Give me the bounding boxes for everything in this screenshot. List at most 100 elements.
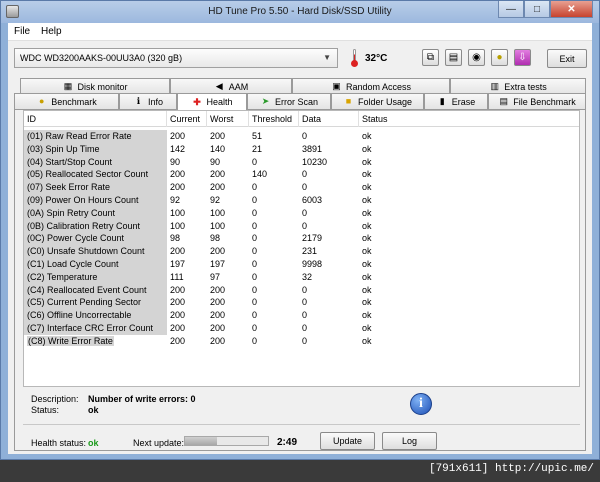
cell-id: (C2) Temperature (24, 270, 167, 284)
file-benchmark-icon: ▤ (499, 96, 508, 106)
status-label: Status: (31, 405, 60, 415)
cell-current: 200 (170, 182, 186, 193)
cell-data: 0 (302, 310, 308, 321)
header-data[interactable]: Data (299, 111, 359, 127)
table-row[interactable]: (C6) Offline Uncorrectable 200 200 0 0 ok (24, 309, 579, 323)
cell-data: 0 (302, 207, 308, 218)
table-row[interactable]: (01) Raw Read Error Rate 200 200 51 0 ok (24, 130, 579, 143)
cell-status: ok (362, 323, 372, 333)
table-row[interactable]: (04) Start/Stop Count 90 90 0 10230 ok (24, 155, 579, 169)
cell-status: ok (362, 131, 372, 141)
watermark: [791x611] http://upic.me/ (428, 463, 594, 475)
tab-file-benchmark[interactable]: ▤ File Benchmark (488, 93, 586, 109)
table-row[interactable]: (C8) Write Error Rate 200 200 0 0 ok (24, 335, 579, 348)
cell-status: ok (362, 297, 372, 308)
table-row[interactable]: (09) Power On Hours Count 92 92 0 6003 ok (24, 194, 579, 207)
cell-id: (05) Reallocated Sector Count (24, 168, 167, 182)
tab-extra-tests[interactable]: ▥ Extra tests (450, 78, 586, 94)
table-row[interactable]: (05) Reallocated Sector Count 200 200 140 0 o… (24, 168, 579, 182)
maximize-button[interactable]: □ (524, 1, 550, 18)
cell-worst: 98 (210, 233, 221, 244)
cell-data: 0 (302, 169, 308, 180)
cell-id: (01) Raw Read Error Rate (24, 130, 167, 143)
cell-current: 200 (170, 284, 186, 295)
table-row[interactable]: (C7) Interface CRC Error Count 200 200 0 0 ok (24, 322, 579, 335)
cell-threshold: 140 (252, 169, 268, 180)
header-id[interactable]: ID (24, 111, 167, 127)
copy-icon[interactable]: ⧉ (422, 49, 439, 66)
minimize-button[interactable]: — (498, 1, 524, 18)
cell-status: ok (362, 220, 372, 231)
cell-threshold: 51 (252, 131, 263, 141)
status-value: ok (88, 405, 99, 415)
cell-id: (C1) Load Cycle Count (24, 258, 167, 271)
table-row[interactable]: (C2) Temperature 111 97 0 32 ok (24, 270, 579, 284)
erase-icon: ▮ (439, 96, 445, 106)
cell-worst: 92 (210, 195, 221, 205)
table-row[interactable]: (C1) Load Cycle Count 197 197 0 9998 ok (24, 258, 579, 271)
title-bar[interactable]: HD Tune Pro 5.50 - Hard Disk/SSD Utility… (1, 1, 599, 23)
table-row[interactable]: (0C) Power Cycle Count 98 98 0 2179 ok (24, 232, 579, 246)
menu-help[interactable]: Help (41, 26, 62, 37)
camera-icon[interactable]: ◉ (468, 49, 485, 66)
cell-threshold: 0 (252, 233, 258, 244)
tab-health[interactable]: ✚ Health (177, 93, 247, 110)
cell-worst: 200 (210, 169, 226, 180)
tab-disk-monitor[interactable]: ▦ Disk monitor (20, 78, 170, 94)
cell-id: (C7) Interface CRC Error Count (24, 322, 167, 335)
table-row[interactable]: (C4) Reallocated Event Count 200 200 0 0 ok (24, 283, 579, 297)
cell-worst: 200 (210, 310, 226, 321)
table-row[interactable]: (C0) Unsafe Shutdown Count 200 200 0 231 ok (24, 245, 579, 259)
cell-worst: 97 (210, 271, 221, 282)
table-row[interactable]: (0A) Spin Retry Count 100 100 0 0 ok (24, 206, 579, 220)
cell-data: 0 (302, 335, 308, 346)
tab-erase[interactable]: ▮ Erase (424, 93, 488, 109)
menu-bar: File Help (8, 23, 592, 41)
table-row[interactable]: (C5) Current Pending Sector 200 200 0 0 ok (24, 296, 579, 310)
smart-table[interactable]: ID Current Worst Threshold Data Status (… (23, 110, 580, 387)
header-threshold[interactable]: Threshold (249, 111, 299, 127)
cell-data: 32 (302, 271, 313, 282)
cell-current: 100 (170, 207, 186, 218)
table-header: ID Current Worst Threshold Data Status (24, 111, 579, 127)
cell-status: ok (362, 169, 372, 180)
cell-data: 0 (302, 220, 308, 231)
temperature-readout: 32°C (365, 53, 388, 64)
cell-threshold: 0 (252, 335, 258, 346)
log-button[interactable]: Log (382, 432, 437, 450)
drive-select-value: WDC WD3200AAKS-00UU3A0 (320 gB) (20, 53, 183, 63)
tab-folder-usage[interactable]: ■ Folder Usage (331, 93, 424, 109)
header-current[interactable]: Current (167, 111, 207, 127)
tab-random-access[interactable]: ▣ Random Access (292, 78, 450, 94)
update-button[interactable]: Update (320, 432, 375, 450)
cell-worst: 200 (210, 297, 226, 308)
header-status[interactable]: Status (359, 111, 581, 127)
tab-info[interactable]: ℹ Info (119, 93, 177, 109)
app-window: HD Tune Pro 5.50 - Hard Disk/SSD Utility… (0, 0, 600, 460)
cell-current: 200 (170, 335, 186, 346)
save-icon[interactable]: ▤ (445, 49, 462, 66)
menu-file[interactable]: File (14, 26, 30, 37)
tab-error-scan[interactable]: ➤ Error Scan (247, 93, 331, 109)
cell-threshold: 0 (252, 246, 258, 257)
cell-current: 200 (170, 297, 186, 308)
cell-worst: 200 (210, 335, 226, 346)
close-button[interactable]: ✕ (550, 1, 593, 18)
download-icon[interactable]: ⇩ (514, 49, 531, 66)
next-update-timer: 2:49 (277, 437, 298, 448)
tabs-top-row: ▦ Disk monitor ◀ AAM ▣ Random Access ▥ E… (14, 78, 586, 94)
cell-status: ok (362, 271, 372, 282)
table-row[interactable]: (0B) Calibration Retry Count 100 100 0 0 ok (24, 219, 579, 233)
footer-bar: [791x611] http://upic.me/ (0, 460, 600, 482)
header-worst[interactable]: Worst (207, 111, 249, 127)
disk-monitor-icon: ▦ (63, 81, 73, 91)
exit-button[interactable]: Exit (547, 49, 587, 68)
options-icon[interactable]: ● (491, 49, 508, 66)
tab-benchmark[interactable]: ● Benchmark (14, 93, 119, 109)
table-row[interactable]: (07) Seek Error Rate 200 200 0 0 ok (24, 181, 579, 195)
next-update-progress (184, 436, 269, 446)
drive-select[interactable]: WDC WD3200AAKS-00UU3A0 (320 gB) ▼ (14, 48, 338, 68)
info-icon: i (410, 393, 432, 415)
table-row[interactable]: (03) Spin Up Time 142 140 21 3891 ok (24, 142, 579, 156)
tab-aam[interactable]: ◀ AAM (170, 78, 292, 94)
